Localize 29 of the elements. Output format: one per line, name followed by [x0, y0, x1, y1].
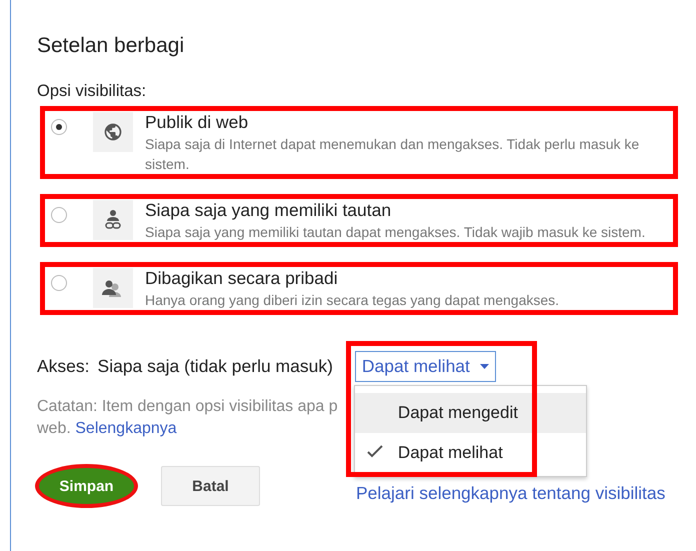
- option-description: Hanya orang yang diberi izin secara tegas yang dapat mengakses.: [145, 291, 560, 310]
- visibility-option[interactable]: Dibagikan secara pribadi Hanya orang yang diberi izin secara tegas yang dapat mengakses.: [40, 262, 678, 315]
- caret-icon: [480, 364, 489, 369]
- note-text: Catatan: Item dengan opsi visibilitas apa p: [37, 398, 338, 415]
- menu-item[interactable]: Dapat mengedit: [354, 393, 586, 433]
- cancel-button[interactable]: Batal: [161, 466, 260, 506]
- option-title: Siapa saja yang memiliki tautan: [145, 200, 392, 220]
- globe-icon: [103, 122, 123, 142]
- person-link-icon: [103, 209, 123, 231]
- option-title: Dibagikan secara pribadi: [145, 268, 339, 288]
- access-dropdown[interactable]: Dapat melihat: [354, 351, 496, 382]
- check-icon: [366, 445, 383, 458]
- option-title: Publik di web: [145, 112, 250, 132]
- visibility-option[interactable]: Siapa saja yang memiliki tautan Siapa saja yang memiliki tautan dapat mengakses. Tidak wajib masuk ke sistem.: [40, 194, 678, 247]
- save-button[interactable]: Simpan: [37, 466, 136, 506]
- menu-item[interactable]: Dapat melihat: [354, 433, 586, 473]
- radio-button[interactable]: [51, 275, 67, 291]
- visibility-option[interactable]: Publik di web Siapa saja di Internet dapat menemukan dan mengakses. Tidak perlu masuk ke sistem.: [40, 106, 678, 179]
- note-text: web.: [37, 420, 71, 437]
- option-description: Siapa saja yang memiliki tautan dapat mengakses. Tidak wajib masuk ke sistem.: [145, 223, 646, 242]
- option-description: Siapa saja di Internet dapat menemukan dan mengakses. Tidak perlu masuk ke sistem.: [145, 135, 640, 174]
- radio-button[interactable]: [51, 119, 67, 135]
- access-label: Akses:: [37, 356, 90, 377]
- access-value: Siapa saja (tidak perlu masuk): [98, 356, 333, 377]
- dialog-title: Setelan berbagi: [37, 33, 186, 59]
- radio-button[interactable]: [51, 207, 67, 223]
- learn-more-link[interactable]: Selengkapnya: [75, 420, 177, 437]
- visibility-label: Opsi visibilitas:: [37, 81, 148, 101]
- visibility-help-link[interactable]: Pelajari selengkapnya tentang visibilitas: [356, 482, 666, 504]
